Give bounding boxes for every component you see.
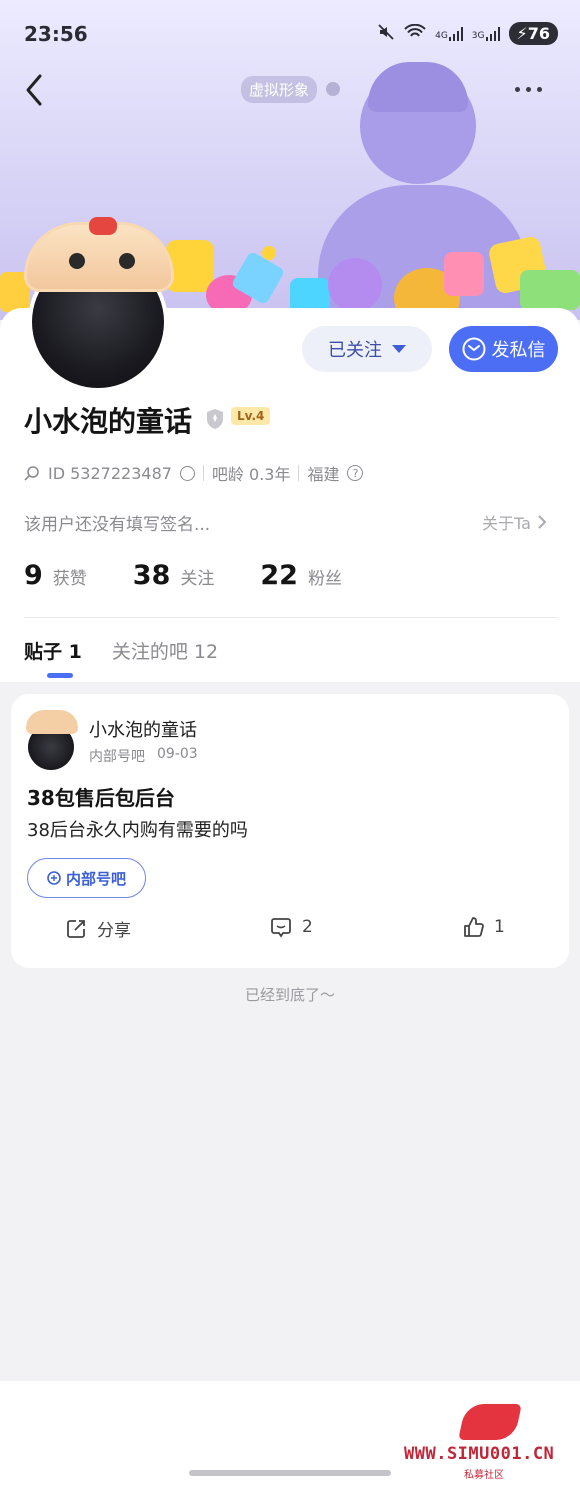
status-dot — [326, 82, 340, 96]
location: 福建 — [307, 465, 340, 484]
stat-likes[interactable]: 9 获赞 — [24, 560, 87, 591]
comment-icon — [271, 918, 291, 938]
watermark: WWW.SIMU001.CN 私募社区 — [404, 1404, 574, 1481]
post-author-name[interactable]: 小水泡的童话 — [89, 716, 197, 742]
clock: 23:56 — [24, 22, 88, 46]
shield-badge-icon — [205, 408, 225, 430]
watermark-logo — [458, 1404, 522, 1440]
dot-icon — [515, 86, 520, 92]
chevron-left-icon — [26, 74, 42, 106]
post-author-avatar[interactable] — [26, 710, 78, 770]
forum-tag[interactable]: 内部号吧 — [27, 858, 146, 898]
profile-meta: ID 5327223487 吧龄 0.3年 福建 ? — [24, 461, 364, 485]
comment-button[interactable]: 2 — [270, 916, 313, 938]
post-actions: 分享 2 1 — [11, 916, 569, 946]
help-icon[interactable]: ? — [347, 465, 364, 481]
mute-icon — [377, 23, 395, 45]
watermark-site: WWW.SIMU001.CN — [404, 1444, 555, 1464]
like-button[interactable]: 1 — [462, 916, 505, 938]
level-badge: Lv.4 — [231, 407, 271, 425]
battery-indicator: ⚡76 — [508, 22, 558, 45]
comment-count: 2 — [302, 917, 313, 937]
post-forum: 内部号吧 — [89, 749, 145, 765]
section-divider — [24, 617, 558, 618]
stat-number: 9 — [24, 560, 43, 591]
dot-icon — [526, 86, 531, 92]
share-button[interactable]: 分享 — [65, 916, 131, 941]
dot-icon — [537, 86, 542, 92]
send-message-button[interactable]: 发私信 — [449, 326, 558, 372]
decoration-sticker — [520, 270, 580, 310]
divider — [298, 465, 300, 481]
stat-fans[interactable]: 22 粉丝 — [260, 560, 342, 591]
user-avatar[interactable] — [24, 217, 174, 392]
end-of-list-text: 已经到底了～ — [244, 986, 335, 1004]
post-meta: 内部号吧 09-03 — [89, 746, 198, 766]
user-signature: 该用户还没有填写签名... — [24, 515, 211, 535]
about-label: 关于Ta — [482, 514, 531, 533]
stat-label: 获赞 — [52, 569, 87, 589]
stat-label: 关注 — [180, 569, 215, 589]
decoration-sticker — [444, 252, 484, 296]
tab-followed-bars[interactable]: 关注的吧 12 — [112, 637, 218, 664]
lion-eye — [69, 253, 85, 269]
lion-dance-headwear — [24, 217, 174, 292]
stat-following[interactable]: 38 关注 — [133, 560, 215, 591]
share-label: 分享 — [97, 921, 131, 941]
send-message-label: 发私信 — [491, 340, 546, 361]
forum-tag-label: 内部号吧 — [65, 869, 126, 888]
divider — [202, 465, 204, 481]
message-icon — [462, 337, 485, 361]
lion-dance-headwear — [26, 710, 78, 734]
post-card[interactable]: 小水泡的童话 内部号吧 09-03 38包售后包后台 38后台永久内购有需要的吗… — [11, 694, 569, 968]
back-button[interactable] — [20, 70, 56, 110]
wifi-icon — [404, 23, 426, 44]
virtual-avatar-tag[interactable]: 虚拟形象 — [241, 76, 318, 103]
bar-age: 吧龄 0.3年 — [211, 465, 291, 484]
post-body: 38后台永久内购有需要的吗 — [27, 820, 248, 841]
stat-number: 22 — [260, 560, 298, 591]
following-button[interactable]: 已关注 — [302, 326, 432, 372]
more-options-button[interactable] — [515, 80, 549, 98]
user-stats: 9 获赞 38 关注 22 粉丝 — [24, 560, 388, 591]
status-icons: 4G 3G ⚡76 — [377, 22, 558, 45]
user-name: 小水泡的童话 — [24, 405, 193, 438]
decoration-planet — [328, 258, 382, 312]
profile-tabs: 贴子 1 关注的吧 12 — [24, 637, 218, 664]
lion-crown-decoration — [89, 217, 117, 235]
copy-id-icon[interactable] — [179, 465, 195, 481]
caret-down-icon — [392, 345, 406, 353]
signal-4g-icon: 4G — [435, 26, 463, 41]
thumbs-up-icon — [464, 917, 484, 937]
signal-3g-icon: 3G — [472, 26, 500, 41]
decoration-sticker — [262, 246, 276, 260]
chevron-right-icon — [538, 515, 547, 529]
post-date: 09-03 — [157, 746, 198, 762]
post-title: 38包售后包后台 — [27, 786, 175, 810]
user-id: ID 5327223487 — [48, 463, 172, 483]
tab-posts[interactable]: 贴子 1 — [24, 637, 82, 664]
status-bar: 23:56 4G 3G ⚡76 — [0, 0, 580, 64]
like-count: 1 — [494, 917, 505, 937]
lion-eye — [119, 253, 135, 269]
forum-icon — [47, 871, 61, 885]
share-icon — [67, 919, 85, 938]
about-link[interactable]: 关于Ta — [482, 510, 547, 534]
following-label: 已关注 — [328, 340, 382, 361]
stat-label: 粉丝 — [307, 569, 342, 589]
watermark-subtitle: 私募社区 — [464, 1470, 504, 1481]
virtual-avatar-hair — [368, 62, 468, 112]
home-indicator[interactable] — [189, 1470, 391, 1476]
search-icon — [24, 466, 39, 481]
stat-number: 38 — [132, 560, 171, 591]
active-tab-indicator — [47, 673, 73, 678]
